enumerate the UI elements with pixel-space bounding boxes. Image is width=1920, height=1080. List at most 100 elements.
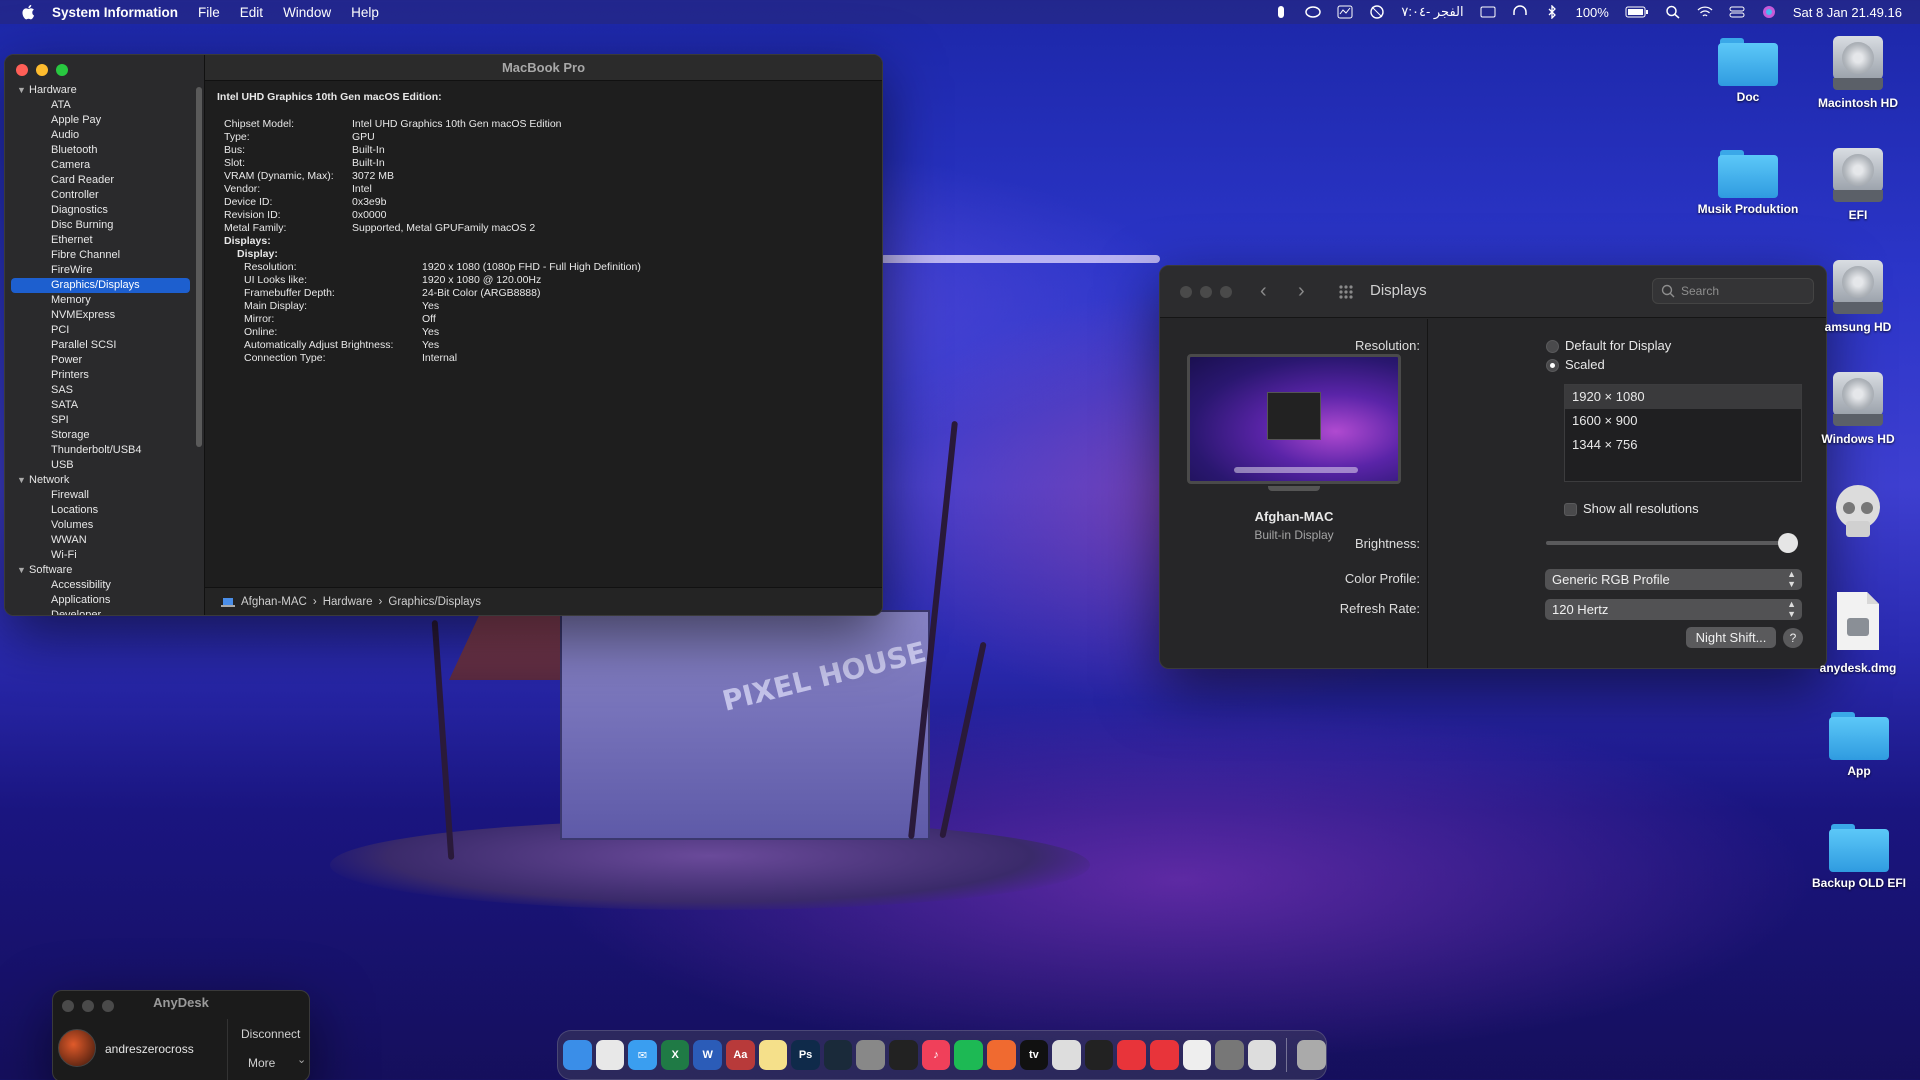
show-all-resolutions-checkbox[interactable] <box>1564 503 1577 516</box>
sidebar-item[interactable]: SAS <box>11 383 190 398</box>
brightness-slider-knob[interactable] <box>1778 533 1798 553</box>
disk-utility-icon[interactable] <box>856 1040 886 1070</box>
hackintool-icon[interactable] <box>1084 1040 1114 1070</box>
siri-icon[interactable] <box>1761 5 1777 19</box>
mouse-icon[interactable] <box>1273 5 1289 19</box>
no-sleep-icon[interactable] <box>1369 5 1385 19</box>
sidebar-group[interactable]: ▼ Hardware <box>11 83 190 98</box>
menu-help[interactable]: Help <box>351 5 379 20</box>
sidebar-item[interactable]: Memory <box>11 293 190 308</box>
app-store-like-icon[interactable] <box>1247 1040 1277 1070</box>
resolution-option[interactable]: 1600 × 900 <box>1565 409 1801 433</box>
mail-icon[interactable]: ✉ <box>628 1040 657 1070</box>
more-button[interactable]: More <box>248 1056 275 1070</box>
wifi-icon[interactable] <box>1697 5 1713 19</box>
desktop-folder-app[interactable]: App <box>1804 712 1914 779</box>
search-field[interactable]: Search <box>1652 278 1814 304</box>
chrome-icon[interactable] <box>595 1040 625 1070</box>
sidebar-item[interactable]: FireWire <box>11 263 190 278</box>
scaled-resolution-radio[interactable] <box>1546 359 1559 372</box>
sidebar-item[interactable]: Audio <box>11 128 190 143</box>
minimize-button[interactable] <box>36 64 48 76</box>
opencore-configurator-icon[interactable] <box>1052 1040 1081 1070</box>
sidebar-item[interactable]: Diagnostics <box>11 203 190 218</box>
sidebar-item[interactable]: Card Reader <box>11 173 190 188</box>
steam-icon[interactable] <box>823 1040 853 1070</box>
sidebar-item[interactable]: Printers <box>11 368 190 383</box>
word-icon[interactable]: W <box>693 1040 723 1070</box>
dictionary-icon[interactable]: Aa <box>726 1040 755 1070</box>
photoshop-icon[interactable]: Ps <box>791 1040 820 1070</box>
sidebar-item[interactable]: Disc Burning <box>11 218 190 233</box>
textedit-icon[interactable] <box>1182 1040 1212 1070</box>
close-button[interactable] <box>1180 286 1192 298</box>
sidebar-scrollbar[interactable] <box>196 87 202 447</box>
scaled-resolution-label[interactable]: Scaled <box>1565 357 1605 372</box>
spotlight-search-icon[interactable] <box>1665 5 1681 19</box>
sidebar-item[interactable]: Accessibility <box>11 578 190 593</box>
sidebar-item[interactable]: SPI <box>11 413 190 428</box>
sidebar-item[interactable]: SATA <box>11 398 190 413</box>
disclosure-chevron-icon[interactable]: ▼ <box>17 83 29 98</box>
path-computer[interactable]: Afghan-MAC <box>241 596 307 608</box>
prayer-time[interactable]: الفجر -٧:٠٤ <box>1401 4 1463 20</box>
sidebar-item[interactable]: Camera <box>11 158 190 173</box>
sidebar-item[interactable]: Wi-Fi <box>11 548 190 563</box>
chevron-down-icon[interactable]: ⌄ <box>297 1053 306 1066</box>
battery-percent[interactable]: 100% <box>1576 5 1609 20</box>
sidebar-item[interactable]: Applications <box>11 593 190 608</box>
sidebar-item[interactable]: Parallel SCSI <box>11 338 190 353</box>
sidebar-item[interactable]: Apple Pay <box>11 113 190 128</box>
battery-icon[interactable] <box>1625 5 1649 19</box>
sidebar-item[interactable]: PCI <box>11 323 190 338</box>
notes-icon[interactable] <box>758 1040 788 1070</box>
apple-menu-icon[interactable] <box>20 3 38 21</box>
music-icon[interactable]: ♪ <box>921 1040 951 1070</box>
help-button[interactable]: ? <box>1783 628 1803 648</box>
sidebar-item[interactable]: Firewall <box>11 488 190 503</box>
display-menu-icon[interactable] <box>1480 5 1496 19</box>
control-center-icon[interactable] <box>1729 5 1745 19</box>
path-hardware[interactable]: Hardware <box>323 596 373 608</box>
resolution-option[interactable]: 1344 × 756 <box>1565 433 1801 457</box>
sidebar-item[interactable]: USB <box>11 458 190 473</box>
show-all-resolutions-label[interactable]: Show all resolutions <box>1583 501 1699 516</box>
desktop-drive-samsung-hd[interactable]: amsung HD <box>1803 258 1913 335</box>
sidebar-item[interactable]: Ethernet <box>11 233 190 248</box>
sidebar-item[interactable]: Storage <box>11 428 190 443</box>
desktop-skull-icon[interactable] <box>1803 483 1913 546</box>
sidebar-item[interactable]: NVMExpress <box>11 308 190 323</box>
sidebar-item[interactable]: Graphics/Displays <box>11 278 190 293</box>
finder-icon[interactable] <box>563 1040 592 1070</box>
spotify-icon[interactable] <box>954 1040 983 1070</box>
activity-monitor-icon[interactable] <box>1337 5 1353 19</box>
desktop-drive-macintosh-hd[interactable]: Macintosh HD <box>1803 34 1913 111</box>
sidebar-group[interactable]: ▼ Network <box>11 473 190 488</box>
desktop-file-anydesk-dmg[interactable]: anydesk.dmg <box>1803 590 1913 676</box>
zoom-button[interactable] <box>1220 286 1232 298</box>
desktop-folder-musik-produktion[interactable]: Musik Produktion <box>1693 150 1803 217</box>
disclosure-chevron-icon[interactable]: ▼ <box>17 563 29 578</box>
sidebar-item[interactable]: WWAN <box>11 533 190 548</box>
desktop-folder-doc[interactable]: Doc <box>1693 38 1803 105</box>
resolution-option[interactable]: 1920 × 1080 <box>1565 385 1801 409</box>
final-cut-icon[interactable] <box>889 1040 918 1070</box>
sidebar-item[interactable]: Developer <box>11 608 190 615</box>
menu-edit[interactable]: Edit <box>240 5 263 20</box>
creative-cloud-icon[interactable] <box>1305 5 1322 19</box>
sidebar-item[interactable]: Locations <box>11 503 190 518</box>
menu-app-name[interactable]: System Information <box>52 5 178 20</box>
excel-icon[interactable]: X <box>660 1040 690 1070</box>
menubar-clock[interactable]: Sat 8 Jan 21.49.16 <box>1793 5 1902 20</box>
default-resolution-label[interactable]: Default for Display <box>1565 338 1671 353</box>
anydesk-icon[interactable] <box>1117 1040 1146 1070</box>
forward-chevron-icon[interactable]: › <box>1298 280 1305 303</box>
disconnect-button[interactable]: Disconnect <box>241 1027 300 1041</box>
default-resolution-radio[interactable] <box>1546 340 1559 353</box>
menu-file[interactable]: File <box>198 5 220 20</box>
sidebar-item[interactable]: Power <box>11 353 190 368</box>
sidebar-item[interactable]: Bluetooth <box>11 143 190 158</box>
swift-icon[interactable] <box>986 1040 1016 1070</box>
sidebar-item[interactable]: Thunderbolt/USB4 <box>11 443 190 458</box>
close-button[interactable] <box>16 64 28 76</box>
